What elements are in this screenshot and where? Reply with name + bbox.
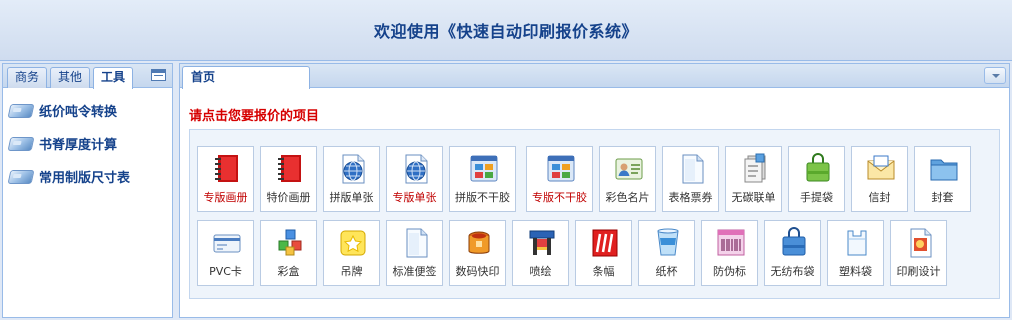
envelope-icon <box>866 153 896 185</box>
west-panel: 商务 其他 工具 纸价吨令转换 书脊厚度计算 常用制版尺寸表 <box>2 63 173 318</box>
tool-item-paper-price[interactable]: 纸价吨令转换 <box>3 94 172 127</box>
product-tile-label: 拼版单张 <box>329 191 374 204</box>
tool-icon <box>7 169 35 184</box>
product-tile-label: 条幅 <box>592 265 615 278</box>
tab-other[interactable]: 其他 <box>50 67 90 88</box>
tool-item-label: 常用制版尺寸表 <box>39 171 131 186</box>
product-tile-label: 标准便签 <box>392 265 437 278</box>
product-tile[interactable]: 彩盒 <box>260 220 317 286</box>
tool-item-plate-sizes[interactable]: 常用制版尺寸表 <box>3 160 172 193</box>
product-tile[interactable]: 喷绘 <box>512 220 569 286</box>
tool-list: 纸价吨令转换 书脊厚度计算 常用制版尺寸表 <box>3 88 172 193</box>
business-card-icon <box>614 153 644 185</box>
product-tile[interactable]: 吊牌 <box>323 220 380 286</box>
product-tile-label: 防伪标 <box>713 265 746 278</box>
product-tile-label: 专版不干胶 <box>532 191 587 204</box>
product-tile-label: 信封 <box>868 191 891 204</box>
product-tile[interactable]: 特价画册 <box>260 146 317 212</box>
product-tile-label: 专版单张 <box>392 191 437 204</box>
center-panel: 首页 请点击您要报价的项目 专版画册 特价画册 拼版单张 专版单张 拼版不干胶 专版不干胶… <box>179 63 1010 318</box>
blank-document-icon <box>401 227 431 259</box>
product-tile-label: 吊牌 <box>340 265 363 278</box>
product-tile[interactable]: 印刷设计 <box>890 220 947 286</box>
product-grid: 专版画册 特价画册 拼版单张 专版单张 拼版不干胶 专版不干胶 彩色名片 表格票券 无碳联单 手提… <box>189 129 1000 299</box>
product-tile-label: 专版画册 <box>203 191 248 204</box>
product-tile[interactable]: 无纺布袋 <box>764 220 821 286</box>
product-tile-label: 拼版不干胶 <box>455 191 510 204</box>
card-icon <box>212 227 242 259</box>
tool-item-label: 纸价吨令转换 <box>39 105 118 120</box>
window-grid-icon <box>546 153 576 185</box>
product-tile-label: 无纺布袋 <box>770 265 815 278</box>
tag-icon <box>338 227 368 259</box>
printer-icon <box>527 227 557 259</box>
product-tile[interactable]: 彩色名片 <box>599 146 656 212</box>
stacked-pages-icon <box>740 153 770 185</box>
product-tile-label: 手提袋 <box>800 191 833 204</box>
product-tile[interactable]: 信封 <box>851 146 908 212</box>
tab-tools[interactable]: 工具 <box>93 67 133 89</box>
product-tile-label: 彩盒 <box>277 265 300 278</box>
product-tile-label: 表格票券 <box>668 191 713 204</box>
product-tile-label: 印刷设计 <box>896 265 941 278</box>
product-tile[interactable]: 拼版不干胶 <box>449 146 516 212</box>
product-tile[interactable]: 数码快印 <box>449 220 506 286</box>
chevron-down-icon[interactable] <box>984 67 1006 84</box>
product-tile[interactable]: PVC卡 <box>197 220 254 286</box>
banner-icon <box>590 227 620 259</box>
page-prompt: 请点击您要报价的项目 <box>189 109 320 124</box>
red-notebook-icon <box>275 153 305 185</box>
product-tile-label: 塑料袋 <box>839 265 872 278</box>
product-tile[interactable]: 标准便签 <box>386 220 443 286</box>
product-tile[interactable]: 拼版单张 <box>323 146 380 212</box>
product-tile[interactable]: 纸杯 <box>638 220 695 286</box>
cubes-icon <box>275 227 305 259</box>
header: 欢迎使用《快速自动印刷报价系统》 <box>0 0 1012 61</box>
blank-document-icon <box>677 153 707 185</box>
product-tile[interactable]: 表格票券 <box>662 146 719 212</box>
red-notebook-icon <box>212 153 242 185</box>
product-tile-label: 无碳联单 <box>731 191 776 204</box>
blue-bag-icon <box>779 227 809 259</box>
tool-icon <box>7 136 35 151</box>
product-tile[interactable]: 塑料袋 <box>827 220 884 286</box>
product-tile-label: 彩色名片 <box>605 191 650 204</box>
product-tile-label: PVC卡 <box>209 265 242 278</box>
barcode-icon <box>716 227 746 259</box>
product-tile[interactable]: 专版单张 <box>386 146 443 212</box>
list-icon[interactable] <box>151 69 166 81</box>
tool-item-label: 书脊厚度计算 <box>39 138 118 153</box>
tab-home[interactable]: 首页 <box>182 66 310 89</box>
product-tile-label: 封套 <box>931 191 954 204</box>
product-tile-label: 喷绘 <box>529 265 552 278</box>
product-tile[interactable]: 专版画册 <box>197 146 254 212</box>
app-title: 欢迎使用《快速自动印刷报价系统》 <box>373 22 638 41</box>
design-document-icon <box>905 227 935 259</box>
globe-document-icon <box>338 153 368 185</box>
product-tile[interactable]: 手提袋 <box>788 146 845 212</box>
folder-icon <box>929 153 959 185</box>
paint-bucket-icon <box>464 227 494 259</box>
product-tile-label: 数码快印 <box>455 265 500 278</box>
window-grid-icon <box>469 153 499 185</box>
product-tile[interactable]: 专版不干胶 <box>526 146 593 212</box>
product-tile[interactable]: 无碳联单 <box>725 146 782 212</box>
west-tab-strip: 商务 其他 工具 <box>3 64 172 89</box>
tool-item-spine-thickness[interactable]: 书脊厚度计算 <box>3 127 172 160</box>
product-tile-label: 纸杯 <box>655 265 678 278</box>
product-tile[interactable]: 防伪标 <box>701 220 758 286</box>
product-tile-label: 特价画册 <box>266 191 311 204</box>
globe-document-icon <box>401 153 431 185</box>
product-tile[interactable]: 条幅 <box>575 220 632 286</box>
tab-business[interactable]: 商务 <box>7 67 47 88</box>
center-tab-strip: 首页 <box>180 64 1009 89</box>
product-tile[interactable]: 封套 <box>914 146 971 212</box>
green-bag-icon <box>803 153 833 185</box>
tool-icon <box>7 103 35 118</box>
plastic-bag-icon <box>842 227 872 259</box>
paper-cup-icon <box>653 227 683 259</box>
